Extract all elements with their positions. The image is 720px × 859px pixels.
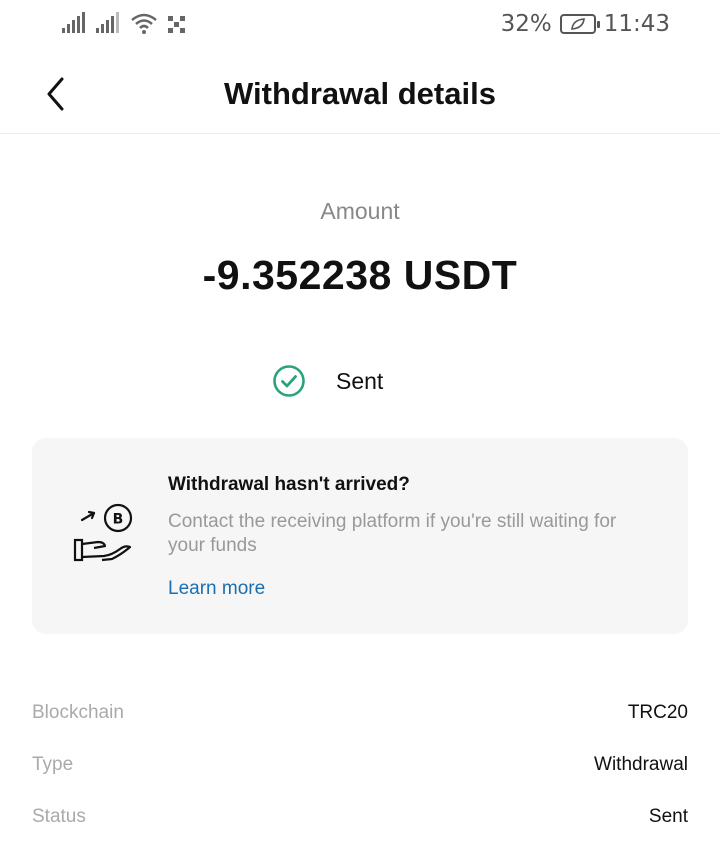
detail-label: Blockchain [32, 702, 124, 723]
detail-row-status: Status Sent [32, 802, 688, 832]
signal-icon [62, 12, 85, 33]
svg-text:B: B [113, 512, 124, 528]
status-icons-left [62, 12, 186, 34]
page-title: Withdrawal details [224, 76, 496, 111]
data-transfer-icon [168, 16, 185, 33]
detail-value: Withdrawal [594, 754, 688, 775]
clock: 11:43 [603, 11, 670, 37]
transaction-status: Sent [272, 364, 383, 398]
status-text: Sent [336, 367, 384, 394]
status-icons-right: 32% 11:43 [501, 11, 670, 37]
signal-icon [96, 12, 119, 33]
detail-value: Sent [648, 806, 688, 827]
help-title: Withdrawal hasn't arrived? [168, 474, 410, 495]
battery-percentage: 32% [500, 11, 552, 37]
help-body: Contact the receiving platform if you're… [168, 511, 617, 556]
detail-row-type: Type Withdrawal [32, 750, 688, 780]
detail-value: TRC20 [627, 702, 688, 723]
learn-more-link[interactable]: Learn more [168, 578, 265, 600]
app-header: Withdrawal details [0, 52, 720, 134]
battery-icon [559, 14, 600, 34]
wifi-icon [131, 13, 157, 34]
check-circle-icon [273, 365, 305, 397]
detail-label: Status [32, 806, 86, 827]
hand-coin-icon: B [73, 503, 133, 562]
amount-value: -9.352238 USDT [202, 252, 518, 298]
help-card: B Withdrawal hasn't arrived? Contact the… [32, 438, 688, 634]
detail-row-blockchain: Blockchain TRC20 [32, 698, 688, 728]
amount-label: Amount [320, 198, 400, 224]
status-bar: 32% 11:43 [0, 0, 720, 52]
detail-label: Type [32, 754, 74, 775]
